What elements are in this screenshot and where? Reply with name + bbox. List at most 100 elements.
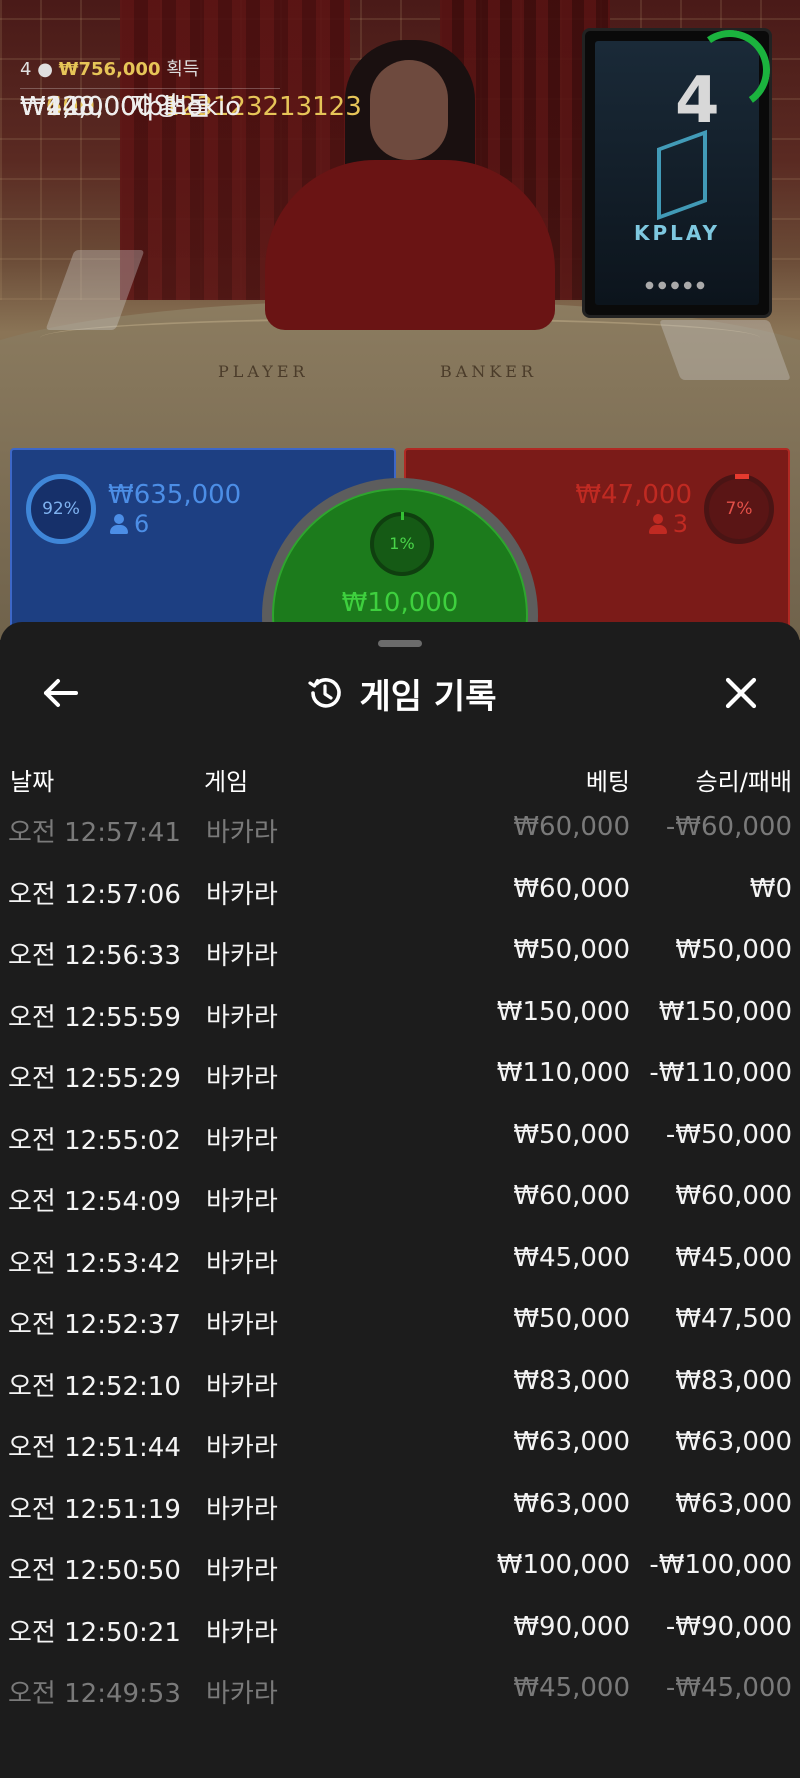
winners-total: ₩756,000: [58, 59, 161, 80]
row-game: 바카라: [206, 880, 278, 910]
history-row[interactable]: 오전 12:50:50 바카라 ₩100,000 -₩100,000: [0, 1534, 800, 1595]
row-time: 오전 12:55:02: [8, 1126, 181, 1156]
history-row[interactable]: 오전 12:55:59 바카라 ₩150,000 ₩150,000: [0, 981, 800, 1042]
history-row[interactable]: 오전 12:50:21 바카라 ₩90,000 -₩90,000: [0, 1596, 800, 1657]
row-result: -₩110,000: [649, 1058, 792, 1088]
row-result: -₩45,000: [665, 1673, 792, 1703]
row-result: ₩83,000: [675, 1366, 792, 1396]
banker-count-value: 3: [672, 510, 688, 538]
player-count-value: 6: [134, 510, 150, 538]
row-game: 바카라: [206, 1249, 278, 1279]
person-icon: [648, 514, 667, 534]
person-icon: ●: [37, 59, 53, 80]
row-time: 오전 12:54:09: [8, 1187, 181, 1217]
table-player-label: PLAYER: [218, 362, 309, 381]
history-row[interactable]: 오전 12:52:37 바카라 ₩50,000 ₩47,500: [0, 1288, 800, 1349]
dealer-body: [265, 160, 555, 330]
row-result: ₩45,000: [675, 1243, 792, 1273]
card-shoe-right: [659, 320, 791, 380]
banker-bettor-count: 3: [648, 510, 688, 538]
table-banker-label: BANKER: [440, 362, 537, 381]
player-bettor-count: 6: [110, 510, 149, 538]
history-row[interactable]: 오전 12:49:53 바카라 ₩45,000 -₩45,000: [0, 1657, 800, 1718]
player-percent: 92%: [42, 499, 80, 519]
row-bet: ₩83,000: [513, 1366, 630, 1396]
column-header-date: 날짜: [10, 768, 55, 796]
row-bet: ₩45,000: [513, 1673, 630, 1703]
row-time: 오전 12:53:42: [8, 1249, 181, 1279]
row-bet: ₩50,000: [513, 935, 630, 965]
history-row[interactable]: 오전 12:52:10 바카라 ₩83,000 ₩83,000: [0, 1350, 800, 1411]
row-result: ₩0: [749, 874, 792, 904]
close-button[interactable]: [716, 668, 766, 718]
row-bet: ₩45,000: [513, 1243, 630, 1273]
row-game: 바카라: [206, 1126, 278, 1156]
row-time: 오전 12:55:29: [8, 1064, 181, 1094]
row-bet: ₩63,000: [513, 1489, 630, 1519]
row-bet: ₩100,000: [496, 1550, 630, 1580]
row-bet: ₩63,000: [513, 1427, 630, 1457]
history-row[interactable]: 오전 12:57:41 바카라 ₩60,000 -₩60,000: [0, 796, 800, 857]
banker-percent-ring: 7%: [704, 474, 774, 544]
winners-list: 4 ● ₩756,000 획득 ₩600,000 123123213123 ₩12…: [20, 54, 362, 122]
row-bet: ₩50,000: [513, 1304, 630, 1334]
row-time: 오전 12:51:44: [8, 1433, 181, 1463]
history-row[interactable]: 오전 12:51:19 바카라 ₩63,000 ₩63,000: [0, 1473, 800, 1534]
row-result: ₩150,000: [658, 997, 792, 1027]
row-game: 바카라: [206, 1310, 278, 1340]
row-time: 오전 12:50:50: [8, 1556, 181, 1586]
row-result: ₩60,000: [675, 1181, 792, 1211]
row-time: 오전 12:52:10: [8, 1372, 181, 1402]
sheet-drag-handle[interactable]: [378, 640, 422, 647]
row-result: -₩60,000: [665, 812, 792, 842]
history-list[interactable]: 오전 12:57:41 바카라 ₩60,000 -₩60,000 오전 12:5…: [0, 802, 800, 1778]
row-game: 바카라: [206, 1003, 278, 1033]
tie-percent: 1%: [389, 534, 415, 553]
row-time: 오전 12:50:21: [8, 1618, 181, 1648]
row-bet: ₩60,000: [513, 812, 630, 842]
row-game: 바카라: [206, 1372, 278, 1402]
history-row[interactable]: 오전 12:57:06 바카라 ₩60,000 ₩0: [0, 858, 800, 919]
row-game: 바카라: [206, 1618, 278, 1648]
row-time: 오전 12:57:06: [8, 880, 181, 910]
tablet-page-dots: ●●●●●: [645, 280, 709, 291]
history-row[interactable]: 오전 12:56:33 바카라 ₩50,000 ₩50,000: [0, 919, 800, 980]
close-icon: [725, 677, 757, 709]
row-game: 바카라: [206, 941, 278, 971]
row-result: ₩63,000: [675, 1489, 792, 1519]
row-result: ₩47,500: [675, 1304, 792, 1334]
row-time: 오전 12:56:33: [8, 941, 181, 971]
row-time: 오전 12:57:41: [8, 818, 181, 848]
history-row[interactable]: 오전 12:55:02 바카라 ₩50,000 -₩50,000: [0, 1104, 800, 1165]
game-history-sheet: 게임 기록 날짜 게임 베팅 승리/패배 오전 12:57:41 바카라 ₩60…: [0, 622, 800, 1778]
row-bet: ₩50,000: [513, 1120, 630, 1150]
row-game: 바카라: [206, 1433, 278, 1463]
row-game: 바카라: [206, 1556, 278, 1586]
history-row[interactable]: 오전 12:55:29 바카라 ₩110,000 -₩110,000: [0, 1042, 800, 1103]
row-bet: ₩150,000: [496, 997, 630, 1027]
winners-label: 획득: [166, 59, 200, 80]
row-result: -₩100,000: [649, 1550, 792, 1580]
player-percent-ring: 92%: [26, 474, 96, 544]
player-total-amount: ₩635,000: [108, 480, 242, 510]
history-row[interactable]: 오전 12:53:42 바카라 ₩45,000 ₩45,000: [0, 1227, 800, 1288]
row-time: 오전 12:49:53: [8, 1679, 181, 1709]
history-row[interactable]: 오전 12:54:09 바카라 ₩60,000 ₩60,000: [0, 1165, 800, 1226]
tie-percent-ring: 1%: [370, 512, 434, 576]
row-bet: ₩60,000: [513, 874, 630, 904]
banker-total-amount: ₩47,000: [575, 480, 692, 510]
kplay-brand: KPLAY: [634, 221, 720, 245]
row-result: -₩90,000: [665, 1612, 792, 1642]
banker-percent: 7%: [725, 499, 753, 519]
winner-amount: ₩4,000: [20, 92, 121, 122]
history-row[interactable]: 오전 12:51:44 바카라 ₩63,000 ₩63,000: [0, 1411, 800, 1472]
history-clock-icon: [307, 678, 341, 708]
row-game: 바카라: [206, 1495, 278, 1525]
row-game: 바카라: [206, 818, 278, 848]
row-bet: ₩90,000: [513, 1612, 630, 1642]
column-header-game: 게임: [204, 768, 249, 796]
column-header-bet: 베팅: [585, 768, 630, 796]
row-game: 바카라: [206, 1679, 278, 1709]
row-result: ₩63,000: [675, 1427, 792, 1457]
column-header-result: 승리/패배: [695, 768, 792, 796]
